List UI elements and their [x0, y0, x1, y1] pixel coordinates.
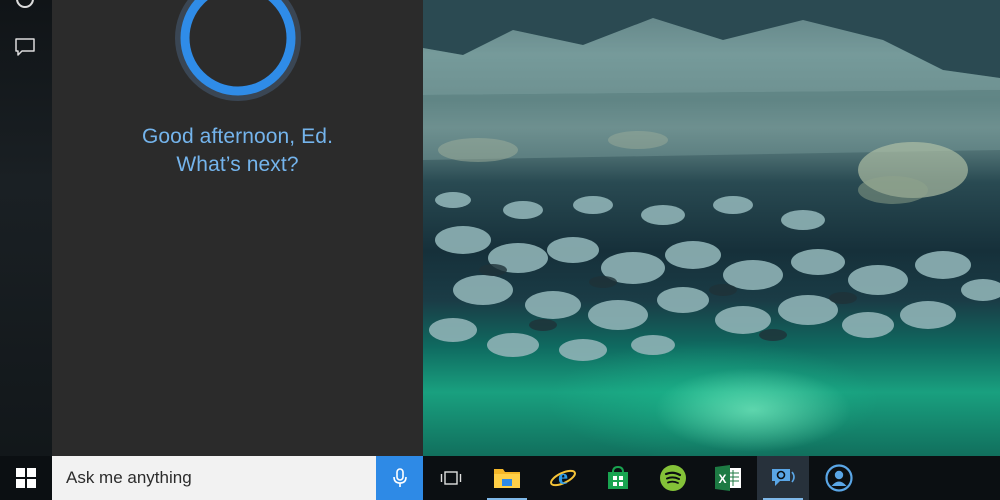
svg-text:X: X — [718, 472, 726, 486]
taskbar-app-internet-explorer[interactable]: e — [537, 456, 589, 500]
task-view-icon — [440, 471, 462, 485]
taskbar-app-file-explorer[interactable] — [481, 456, 533, 500]
store-icon — [608, 465, 628, 489]
folder-icon — [494, 469, 520, 488]
internet-explorer-icon: e — [550, 464, 576, 489]
cortana-panel: Good afternoon, Ed. What’s next? — [52, 0, 423, 456]
taskbar-app-store[interactable] — [592, 456, 644, 500]
spotify-icon — [660, 465, 686, 491]
cortana-icon — [772, 469, 795, 486]
cortana-left-rail — [0, 0, 52, 456]
greeting-line-2: What’s next? — [176, 153, 299, 176]
feedback-icon[interactable] — [12, 36, 38, 58]
home-icon[interactable] — [12, 0, 38, 10]
excel-icon: X — [715, 465, 741, 491]
taskbar-app-people[interactable] — [813, 456, 865, 500]
search-placeholder: Ask me anything — [66, 468, 192, 487]
microphone-button[interactable] — [376, 456, 423, 500]
microphone-icon — [392, 468, 407, 487]
greeting-line-1: Good afternoon, Ed. — [141, 125, 334, 148]
taskbar-app-cortana[interactable] — [757, 456, 809, 500]
taskbar-app-excel[interactable]: X — [702, 456, 754, 500]
start-button[interactable] — [0, 456, 52, 500]
windows-logo-icon — [16, 468, 36, 488]
taskbar: Ask me anything e X — [0, 456, 1000, 500]
cortana-ring-icon — [175, 0, 301, 101]
wallpaper-landscape — [423, 0, 1000, 361]
desktop-wallpaper — [423, 0, 1000, 456]
search-input[interactable]: Ask me anything — [52, 456, 376, 500]
svg-text:e: e — [558, 464, 568, 489]
taskbar-app-spotify[interactable] — [647, 456, 699, 500]
people-icon — [825, 464, 853, 492]
task-view-button[interactable] — [425, 456, 477, 500]
